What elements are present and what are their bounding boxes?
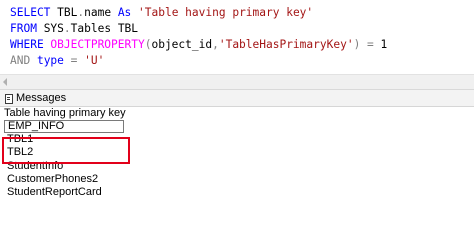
- code-token: 1: [380, 38, 388, 51]
- result-cell[interactable]: CustomerPhones2: [4, 173, 124, 186]
- code-token: type: [36, 54, 71, 67]
- code-token: ,: [212, 38, 219, 51]
- code-token: OBJECTPROPERTY: [50, 38, 145, 51]
- code-token: As: [117, 6, 139, 19]
- code-token: AND: [10, 54, 37, 67]
- code-token: .: [63, 22, 71, 35]
- code-token: SELECT: [10, 6, 58, 19]
- code-line-2: FROM SYS.Tables TBL: [10, 21, 138, 37]
- code-token: TBL: [117, 22, 139, 35]
- code-token: Tables: [70, 22, 118, 35]
- code-token: ): [353, 38, 368, 51]
- code-token: =: [367, 38, 381, 51]
- highlight-annotation-box: [2, 137, 130, 164]
- scroll-left-arrow-icon[interactable]: [3, 78, 7, 86]
- tab-messages-label: Messages: [16, 92, 67, 104]
- code-token: WHERE: [10, 38, 51, 51]
- code-token: 'TableHasPrimaryKey': [218, 38, 354, 51]
- query-editor[interactable]: SELECT TBL. name As 'Table having primary…: [0, 0, 474, 74]
- code-token: TBL: [57, 6, 78, 19]
- horizontal-scrollbar[interactable]: [0, 74, 474, 90]
- code-token: SYS: [43, 22, 64, 35]
- code-token: =: [70, 54, 85, 67]
- column-header[interactable]: Table having primary key: [4, 107, 126, 120]
- code-token: 'U': [84, 54, 105, 67]
- result-cell[interactable]: StudentReportCard: [4, 186, 124, 199]
- code-line-3: WHERE OBJECTPROPERTY(object_id,'TableHas…: [10, 37, 387, 53]
- results-grid: Table having primary key EMP_INFO TBL1 T…: [0, 107, 474, 214]
- results-tab-bar: Messages: [0, 90, 474, 107]
- code-token: object_id: [151, 38, 213, 51]
- code-line-1: SELECT TBL.name As 'Table having primary…: [10, 5, 313, 21]
- tab-messages[interactable]: Messages: [2, 90, 70, 106]
- result-cell[interactable]: EMP_INFO: [4, 120, 124, 133]
- code-line-4: AND type = 'U': [10, 53, 104, 69]
- code-token: 'Table having primary key': [138, 6, 314, 19]
- code-token: FROM: [10, 22, 44, 35]
- messages-icon: [5, 93, 13, 104]
- code-token: name: [84, 6, 118, 19]
